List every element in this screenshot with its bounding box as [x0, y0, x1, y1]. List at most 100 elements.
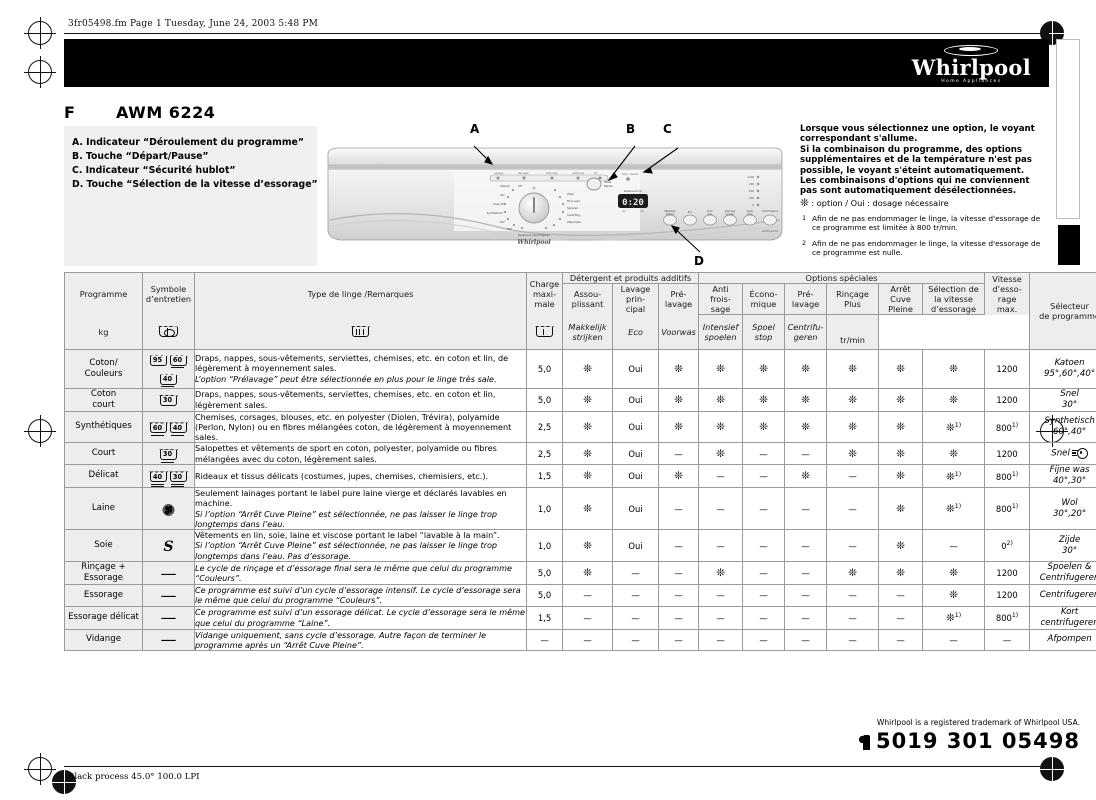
cell-rincage-plus: —: [826, 529, 880, 563]
option-available-icon: ❊: [949, 567, 958, 580]
option-unavailable: —: [949, 540, 958, 551]
cell-prelavage2: —: [784, 442, 828, 465]
svg-text:Pauze: Pauze: [604, 184, 613, 188]
cell-economique: —: [742, 584, 786, 607]
cell-lavage-principal: Oui: [612, 348, 659, 389]
svg-text:Fijne was: Fijne was: [567, 199, 580, 203]
callout-label-c: C: [663, 122, 672, 136]
cell-anti-froissage: —: [698, 605, 744, 630]
cell-rincage-plus: —: [826, 486, 880, 531]
cell-selecteur: Kort centrifugeren: [1029, 605, 1096, 630]
th-selection-vitesse: Sélection de la vitesse d’essorage: [922, 283, 986, 315]
fm-header-text: 3fr05498.fm Page 1 Tuesday, June 24, 200…: [68, 19, 319, 29]
cell-lavage-principal: Oui: [612, 410, 659, 444]
cell-desc-note: Ce programme est suivi d’un essorage dél…: [195, 607, 525, 628]
cell-economique: ❊: [742, 387, 786, 412]
option-unavailable: —: [759, 568, 768, 579]
option-available-icon: ❊: [583, 469, 592, 482]
cell-selection-vitesse: ❊: [922, 387, 986, 412]
footnote-1: 1 Afin de ne pas endommager le linge, la …: [800, 214, 1048, 232]
wash-care-icon-40: 40: [160, 373, 177, 387]
option-unavailable: —: [801, 448, 810, 459]
cell-vitesse-max: —: [984, 628, 1031, 652]
note-line-1: Lorsque vous sélectionnez une option, le…: [800, 124, 1035, 134]
cell-programme: Synthétiques: [64, 410, 143, 444]
cell-vitesse-max: 8001): [984, 463, 1031, 488]
svg-text:Rinçage: Rinçage: [518, 171, 529, 175]
cell-desc-text: Draps, nappes, sous-vêtements, serviette…: [195, 389, 496, 410]
cell-assouplissant: ❊: [562, 348, 613, 389]
quick-wash-icon: [1071, 447, 1088, 459]
cell-programme: Rinçage + Essorage: [64, 561, 143, 586]
option-available-icon: ❊: [945, 470, 955, 483]
cell-lavage-principal: Oui: [612, 442, 659, 465]
cell-charge: —: [526, 628, 563, 652]
option-available-icon: ❊: [896, 469, 905, 482]
table-row: Essorage — Ce programme est suivi d’un cyc…: [64, 584, 1096, 607]
main-wash-icon: [352, 325, 369, 338]
option-available-icon: ❊: [801, 469, 810, 482]
black-process-text: Black process 45.0° 100.0 LPI: [68, 772, 200, 782]
cell-arret-cuve: ❊: [878, 529, 924, 563]
cell-programme: Coton court: [64, 387, 143, 412]
cell-rincage-plus: —: [826, 628, 880, 652]
option-available-icon: ❊: [583, 362, 592, 375]
footnote-1-marker: 1: [802, 214, 807, 223]
cell-programme: Essorage: [64, 584, 143, 607]
table-row: Rinçage + Essorage — Le cycle de rinçage e…: [64, 561, 1096, 586]
option-unavailable: —: [674, 540, 683, 551]
cell-programme: Court: [64, 442, 143, 465]
footnote-2-marker: 2: [802, 238, 807, 247]
whirlpool-swoosh-icon: [944, 45, 999, 56]
svg-text:1200: 1200: [747, 175, 754, 179]
svg-text:Afpompen: Afpompen: [567, 220, 582, 224]
cell-selecteur: Snel: [1029, 442, 1096, 465]
cell-assouplissant: ❊: [562, 463, 613, 488]
cell-prelavage: ❊: [657, 348, 700, 389]
cell-prelavage: —: [657, 561, 700, 586]
hand-wash-care-icon: S: [163, 538, 174, 555]
option-available-icon: ❊: [759, 393, 768, 406]
svg-text:900: 900: [749, 182, 754, 186]
cell-vitesse-max: 8001): [984, 410, 1031, 444]
svg-text:Spoelen: Spoelen: [567, 206, 578, 210]
cell-assouplissant: ❊: [562, 529, 613, 563]
th-prelavage-2: Pré- lavage: [784, 283, 828, 315]
th-economique: Écono- mique: [742, 283, 786, 315]
option-available-icon: ❊: [716, 362, 725, 375]
note-line-3: Si la combinaison du programme, des opti…: [800, 144, 1022, 155]
option-unavailable: —: [759, 448, 768, 459]
wash-care-icon-30: 30: [160, 394, 177, 407]
option-unavailable: —: [848, 612, 857, 623]
wash-care-icon-40: 40: [170, 421, 187, 436]
cell-arret-cuve: —: [878, 584, 924, 607]
cell-economique: —: [742, 605, 786, 630]
cell-desc-text: Chemises, corsages, blouses, etc. en pol…: [195, 411, 512, 443]
header-rule: [64, 33, 1049, 34]
svg-text:Lavage: Lavage: [494, 171, 504, 175]
table-row: Court 30 Salopettes et vêtements de sport …: [64, 442, 1096, 465]
option-available-icon: ❊: [896, 539, 905, 552]
option-available-icon: ❊: [674, 469, 683, 482]
option-available-icon: ❊: [716, 567, 725, 580]
cell-type-remarks: Salopettes et vêtements de sport en coto…: [194, 442, 527, 465]
cell-care-symbols: —: [142, 605, 195, 630]
cell-rincage-plus: —: [826, 605, 880, 630]
cell-vitesse-max: 1200: [984, 561, 1031, 586]
table-group-header-row: Programme Symbole d’entretien Type de li…: [64, 272, 1096, 349]
option-unavailable: —: [896, 634, 905, 645]
cell-programme: Vidange: [64, 628, 143, 652]
svg-text:Centrifug.: Centrifug.: [567, 213, 581, 217]
note-line-7: pas sont automatiquement désélectionnées…: [800, 186, 1017, 197]
option-unavailable: —: [716, 540, 725, 551]
cell-vitesse-max: 1200: [984, 348, 1031, 389]
option-available-icon: ❊: [896, 362, 905, 375]
legend-item-a: A. Indicateur “Déroulement du programme”: [72, 137, 304, 148]
cell-desc-text: Rideaux et tissus délicats (costumes, ju…: [195, 470, 489, 481]
option-unavailable: —: [801, 634, 810, 645]
cell-economique: ❊: [742, 348, 786, 389]
footnote-ref: 1): [954, 421, 962, 429]
option-unavailable: —: [759, 470, 768, 481]
cell-rincage-plus: —: [826, 584, 880, 607]
cell-desc-note: Ce programme est suivi d’un cycle d’esso…: [195, 585, 521, 606]
